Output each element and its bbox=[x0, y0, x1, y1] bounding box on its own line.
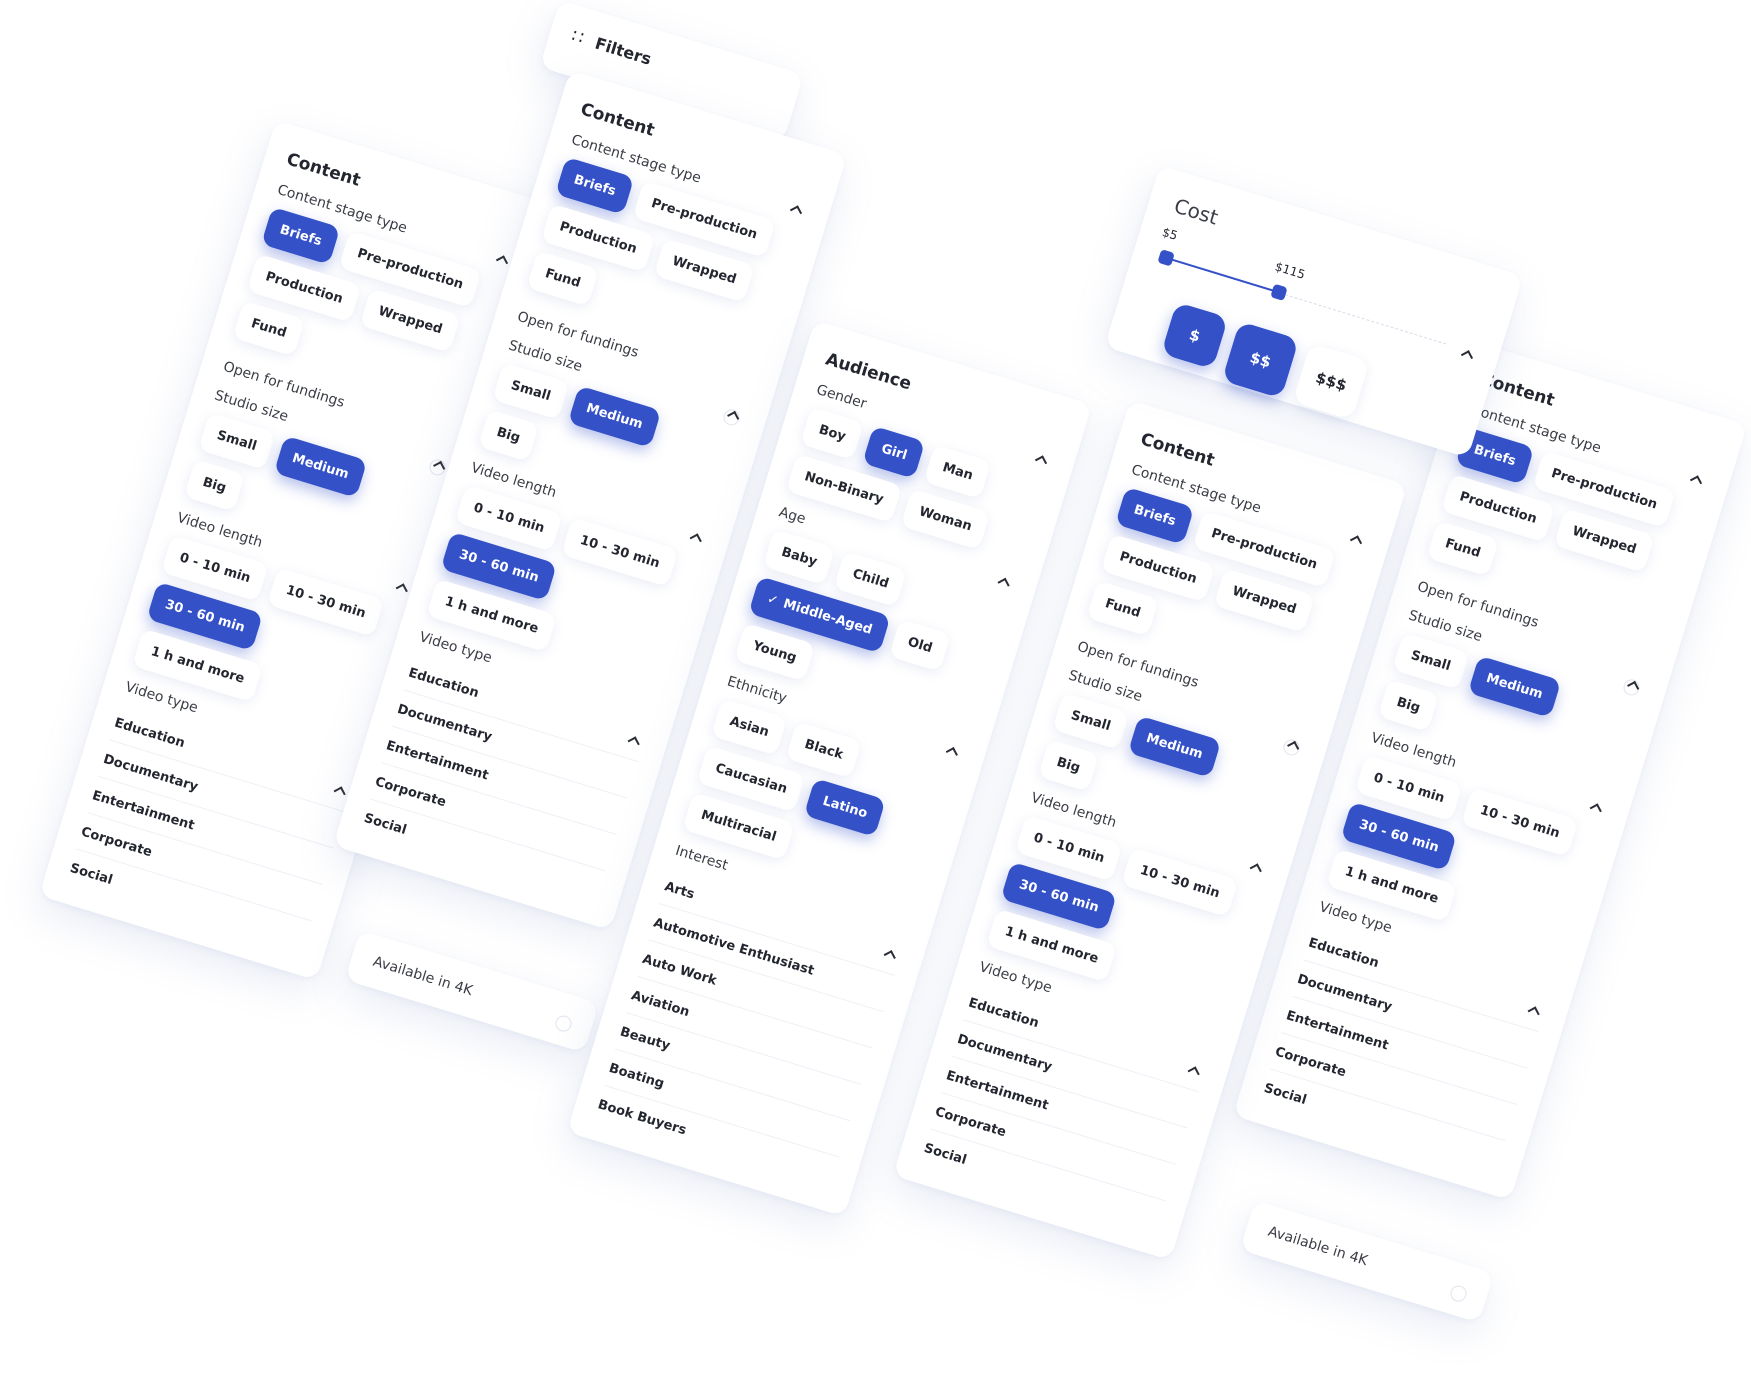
sliders-icon: ∷ bbox=[569, 25, 587, 49]
studio-chips: Small Medium Big bbox=[477, 362, 739, 518]
chevron-up-icon[interactable] bbox=[1349, 535, 1363, 548]
chevron-up-icon[interactable] bbox=[1589, 803, 1602, 816]
chip-small[interactable]: Small bbox=[198, 412, 276, 470]
available-4k-card[interactable]: Available in 4K bbox=[344, 930, 600, 1053]
slider-handle-min[interactable] bbox=[1157, 249, 1175, 267]
chevron-up-icon[interactable] bbox=[1249, 863, 1262, 876]
chip-briefs[interactable]: Briefs bbox=[555, 156, 635, 215]
slider-handle-max[interactable] bbox=[1270, 283, 1288, 302]
available-4k-toggle[interactable] bbox=[1448, 1283, 1469, 1304]
chevron-up-icon[interactable] bbox=[883, 950, 896, 963]
chevron-up-icon[interactable] bbox=[627, 736, 640, 749]
chip-big[interactable]: Big bbox=[1037, 739, 1099, 792]
chip-big[interactable]: Big bbox=[1377, 679, 1439, 732]
available-4k-label: Available in 4K bbox=[371, 953, 475, 1000]
chevron-up-icon[interactable] bbox=[945, 747, 958, 760]
available-4k-toggle[interactable] bbox=[553, 1013, 574, 1034]
chip-small[interactable]: Small bbox=[1392, 632, 1470, 690]
chevron-up-icon[interactable] bbox=[1527, 1006, 1540, 1019]
chip-briefs[interactable]: Briefs bbox=[261, 206, 341, 265]
chip-fund[interactable]: Fund bbox=[1086, 580, 1160, 637]
tier-1[interactable]: $ bbox=[1160, 301, 1229, 370]
chip-big[interactable]: Big bbox=[477, 409, 539, 462]
filters-label: Filters bbox=[592, 33, 654, 69]
chip-woman[interactable]: Woman bbox=[900, 488, 991, 551]
chevron-up-icon[interactable] bbox=[997, 577, 1010, 590]
chip-briefs[interactable]: Briefs bbox=[1115, 486, 1195, 545]
chip-small[interactable]: Small bbox=[1052, 692, 1130, 750]
tier-3[interactable]: $$$ bbox=[1292, 342, 1370, 421]
check-icon: ✓ bbox=[765, 591, 781, 610]
chip-man[interactable]: Man bbox=[923, 444, 992, 500]
chip-young[interactable]: Young bbox=[734, 622, 816, 682]
chip-fund[interactable]: Fund bbox=[232, 300, 306, 357]
chip-baby[interactable]: Baby bbox=[762, 529, 836, 586]
studio-chips: Small Medium Big bbox=[1037, 692, 1299, 848]
chip-child[interactable]: Child bbox=[833, 550, 908, 608]
chevron-up-icon[interactable] bbox=[495, 255, 509, 268]
chip-asian[interactable]: Asian bbox=[710, 698, 788, 756]
studio-chips: Small Medium Big bbox=[1377, 632, 1639, 788]
chip-small[interactable]: Small bbox=[492, 362, 570, 420]
chip-big[interactable]: Big bbox=[183, 459, 245, 512]
chip-latino[interactable]: Latino bbox=[803, 778, 887, 838]
available-4k-label: Available in 4K bbox=[1266, 1223, 1370, 1270]
chevron-up-icon[interactable] bbox=[689, 533, 702, 546]
chevron-up-icon[interactable] bbox=[333, 786, 346, 799]
chevron-up-icon[interactable] bbox=[395, 583, 408, 596]
chip-girl[interactable]: Girl bbox=[862, 425, 926, 479]
chevron-up-icon[interactable] bbox=[1034, 455, 1048, 468]
max-price-label: $115 bbox=[1273, 259, 1307, 282]
chip-old[interactable]: Old bbox=[888, 619, 951, 672]
gender-chips: Boy Girl Man Non-Binary Woman bbox=[785, 406, 1047, 563]
min-price-label: $5 bbox=[1160, 224, 1180, 243]
interest-list: Arts Automotive Enthusiast Auto Work Avi… bbox=[593, 867, 906, 1193]
chevron-up-icon[interactable] bbox=[1460, 350, 1474, 363]
chip-fund[interactable]: Fund bbox=[1426, 520, 1500, 577]
chip-black[interactable]: Black bbox=[785, 721, 862, 779]
studio-chips: Small Medium Big bbox=[183, 412, 445, 568]
chevron-up-icon[interactable] bbox=[1187, 1066, 1200, 1079]
slider-fill bbox=[1164, 256, 1279, 294]
tier-2[interactable]: $$ bbox=[1221, 321, 1300, 399]
chevron-up-icon[interactable] bbox=[1689, 475, 1703, 488]
chip-fund[interactable]: Fund bbox=[526, 250, 600, 307]
chevron-up-icon[interactable] bbox=[789, 205, 803, 218]
chip-boy[interactable]: Boy bbox=[800, 406, 865, 461]
available-4k-card-right[interactable]: Available in 4K bbox=[1239, 1200, 1495, 1323]
